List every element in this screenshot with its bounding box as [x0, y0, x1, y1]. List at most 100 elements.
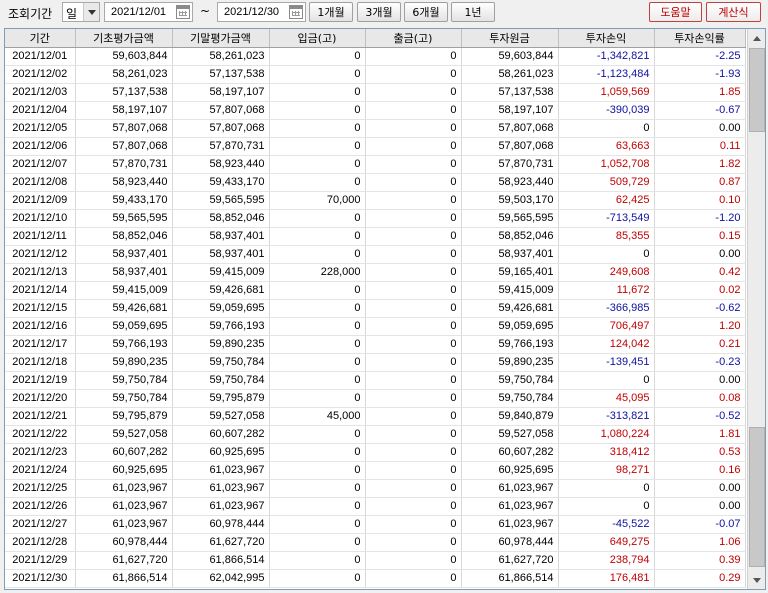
table-cell: 0.53	[654, 443, 746, 462]
table-cell: 0	[269, 101, 366, 120]
table-cell: 61,023,967	[461, 497, 559, 516]
column-header-principal[interactable]: 투자원금	[461, 29, 559, 48]
table-cell: 228,000	[269, 263, 366, 282]
table-cell: 57,807,068	[172, 101, 270, 120]
scroll-down-icon[interactable]	[748, 572, 765, 588]
column-header-period[interactable]: 기간	[5, 29, 76, 48]
calendar-icon[interactable]	[176, 5, 190, 19]
six-month-button[interactable]: 6개월	[404, 2, 448, 22]
table-cell: 0	[365, 335, 462, 354]
table-cell: -45,522	[558, 515, 655, 534]
scroll-track-highlight[interactable]	[749, 427, 765, 567]
table-row[interactable]: 2021/12/16 59,059,695 59,766,193 0 0 59,059,6…	[5, 317, 746, 336]
table-cell: 0	[269, 569, 366, 588]
table-cell: 0.21	[654, 335, 746, 354]
table-row[interactable]: 2021/12/11 58,852,046 58,937,401 0 0 58,852,0…	[5, 227, 746, 246]
column-header-profit-rate[interactable]: 투자손익률	[654, 29, 746, 48]
scroll-up-icon[interactable]	[748, 30, 765, 46]
table-cell: 2021/12/25	[5, 479, 76, 498]
one-year-button[interactable]: 1년	[451, 2, 495, 22]
table-cell: 59,565,595	[172, 191, 270, 210]
table-cell: 0	[365, 155, 462, 174]
table-cell: 62,425	[558, 191, 655, 210]
end-date-field[interactable]: 2021/12/30	[217, 2, 306, 22]
table-cell: 0	[269, 533, 366, 552]
table-row[interactable]: 2021/12/09 59,433,170 59,565,595 70,000 0 59,…	[5, 191, 746, 210]
date-range-separator: ~	[200, 4, 211, 18]
table-row[interactable]: 2021/12/06 57,807,068 57,870,731 0 0 57,807,0…	[5, 137, 746, 156]
column-header-profit[interactable]: 투자손익	[558, 29, 655, 48]
table-row[interactable]: 2021/12/25 61,023,967 61,023,967 0 0 61,023,9…	[5, 479, 746, 498]
one-month-button[interactable]: 1개월	[309, 2, 353, 22]
table-row[interactable]: 2021/12/10 59,565,595 58,852,046 0 0 59,565,5…	[5, 209, 746, 228]
table-row[interactable]: 2021/12/04 58,197,107 57,807,068 0 0 58,197,1…	[5, 101, 746, 120]
table-cell: 0.00	[654, 119, 746, 138]
table-cell: 58,197,107	[172, 83, 270, 102]
scroll-thumb[interactable]	[749, 48, 765, 132]
profit-grid[interactable]: 기간 기초평가금액 기말평가금액 입금(고) 출금(고) 투자원금 투자손익 투…	[4, 28, 766, 590]
table-row[interactable]: 2021/12/24 60,925,695 61,023,967 0 0 60,925,6…	[5, 461, 746, 480]
period-unit-select[interactable]: 일	[62, 2, 100, 22]
vertical-scrollbar[interactable]	[747, 29, 765, 589]
table-row[interactable]: 2021/12/26 61,023,967 61,023,967 0 0 61,023,9…	[5, 497, 746, 516]
table-row[interactable]: 2021/12/05 57,807,068 57,807,068 0 0 57,807,0…	[5, 119, 746, 138]
table-cell: 0.00	[654, 371, 746, 390]
table-row[interactable]: 2021/12/13 58,937,401 59,415,009 228,000 0 59…	[5, 263, 746, 282]
table-cell: 60,607,282	[172, 425, 270, 444]
table-cell: 2021/12/15	[5, 299, 76, 318]
three-month-button[interactable]: 3개월	[357, 2, 401, 22]
table-cell: 0.08	[654, 389, 746, 408]
table-row[interactable]: 2021/12/18 59,890,235 59,750,784 0 0 59,890,2…	[5, 353, 746, 372]
table-cell: 2021/12/18	[5, 353, 76, 372]
table-cell: 0.11	[654, 137, 746, 156]
table-row[interactable]: 2021/12/19 59,750,784 59,750,784 0 0 59,750,7…	[5, 371, 746, 390]
column-header-end-value[interactable]: 기말평가금액	[172, 29, 270, 48]
table-row[interactable]: 2021/12/23 60,607,282 60,925,695 0 0 60,607,2…	[5, 443, 746, 462]
table-cell: 0.87	[654, 173, 746, 192]
table-row[interactable]: 2021/12/20 59,750,784 59,795,879 0 0 59,750,7…	[5, 389, 746, 408]
table-cell: 59,750,784	[461, 389, 559, 408]
formula-button[interactable]: 계산식	[706, 2, 761, 22]
table-row[interactable]: 2021/12/07 57,870,731 58,923,440 0 0 57,870,7…	[5, 155, 746, 174]
table-cell: 0	[269, 497, 366, 516]
table-cell: 59,433,170	[172, 173, 270, 192]
table-cell: 1,080,224	[558, 425, 655, 444]
table-row[interactable]: 2021/12/14 59,415,009 59,426,681 0 0 59,415,0…	[5, 281, 746, 300]
table-cell: 58,937,401	[75, 263, 173, 282]
table-cell: 57,807,068	[172, 119, 270, 138]
calendar-icon[interactable]	[289, 5, 303, 19]
help-button[interactable]: 도움말	[649, 2, 702, 22]
start-date-field[interactable]: 2021/12/01	[104, 2, 193, 22]
table-cell: 59,415,009	[172, 263, 270, 282]
table-cell: 59,165,401	[461, 263, 559, 282]
table-cell: -0.07	[654, 515, 746, 534]
table-row[interactable]: 2021/12/02 58,261,023 57,137,538 0 0 58,261,0…	[5, 65, 746, 84]
column-header-begin-value[interactable]: 기초평가금액	[75, 29, 173, 48]
table-cell: 0	[269, 47, 366, 66]
table-row[interactable]: 2021/12/01 59,603,844 58,261,023 0 0 59,603,8…	[5, 47, 746, 66]
table-cell: 0	[269, 227, 366, 246]
table-cell: -713,549	[558, 209, 655, 228]
table-row[interactable]: 2021/12/03 57,137,538 58,197,107 0 0 57,137,5…	[5, 83, 746, 102]
table-row[interactable]: 2021/12/08 58,923,440 59,433,170 0 0 58,923,4…	[5, 173, 746, 192]
table-cell: 58,852,046	[461, 227, 559, 246]
table-cell: 61,023,967	[172, 479, 270, 498]
table-cell: 61,023,967	[75, 515, 173, 534]
table-row[interactable]: 2021/12/22 59,527,058 60,607,282 0 0 59,527,0…	[5, 425, 746, 444]
column-header-withdrawal[interactable]: 출금(고)	[365, 29, 462, 48]
table-row[interactable]: 2021/12/28 60,978,444 61,627,720 0 0 60,978,4…	[5, 533, 746, 552]
table-cell: 0	[365, 245, 462, 264]
table-row[interactable]: 2021/12/15 59,426,681 59,059,695 0 0 59,426,6…	[5, 299, 746, 318]
table-row[interactable]: 2021/12/29 61,627,720 61,866,514 0 0 61,627,7…	[5, 551, 746, 570]
table-cell: 59,750,784	[75, 371, 173, 390]
table-cell: 59,433,170	[75, 191, 173, 210]
table-row[interactable]: 2021/12/30 61,866,514 62,042,995 0 0 61,866,5…	[5, 569, 746, 588]
chevron-down-icon[interactable]	[83, 3, 99, 21]
table-cell: 11,672	[558, 281, 655, 300]
table-cell: 59,059,695	[75, 317, 173, 336]
table-row[interactable]: 2021/12/21 59,795,879 59,527,058 45,000 0 59,…	[5, 407, 746, 426]
column-header-deposit[interactable]: 입금(고)	[269, 29, 366, 48]
table-row[interactable]: 2021/12/27 61,023,967 60,978,444 0 0 61,023,9…	[5, 515, 746, 534]
table-row[interactable]: 2021/12/17 59,766,193 59,890,235 0 0 59,766,1…	[5, 335, 746, 354]
table-row[interactable]: 2021/12/12 58,937,401 58,937,401 0 0 58,937,4…	[5, 245, 746, 264]
